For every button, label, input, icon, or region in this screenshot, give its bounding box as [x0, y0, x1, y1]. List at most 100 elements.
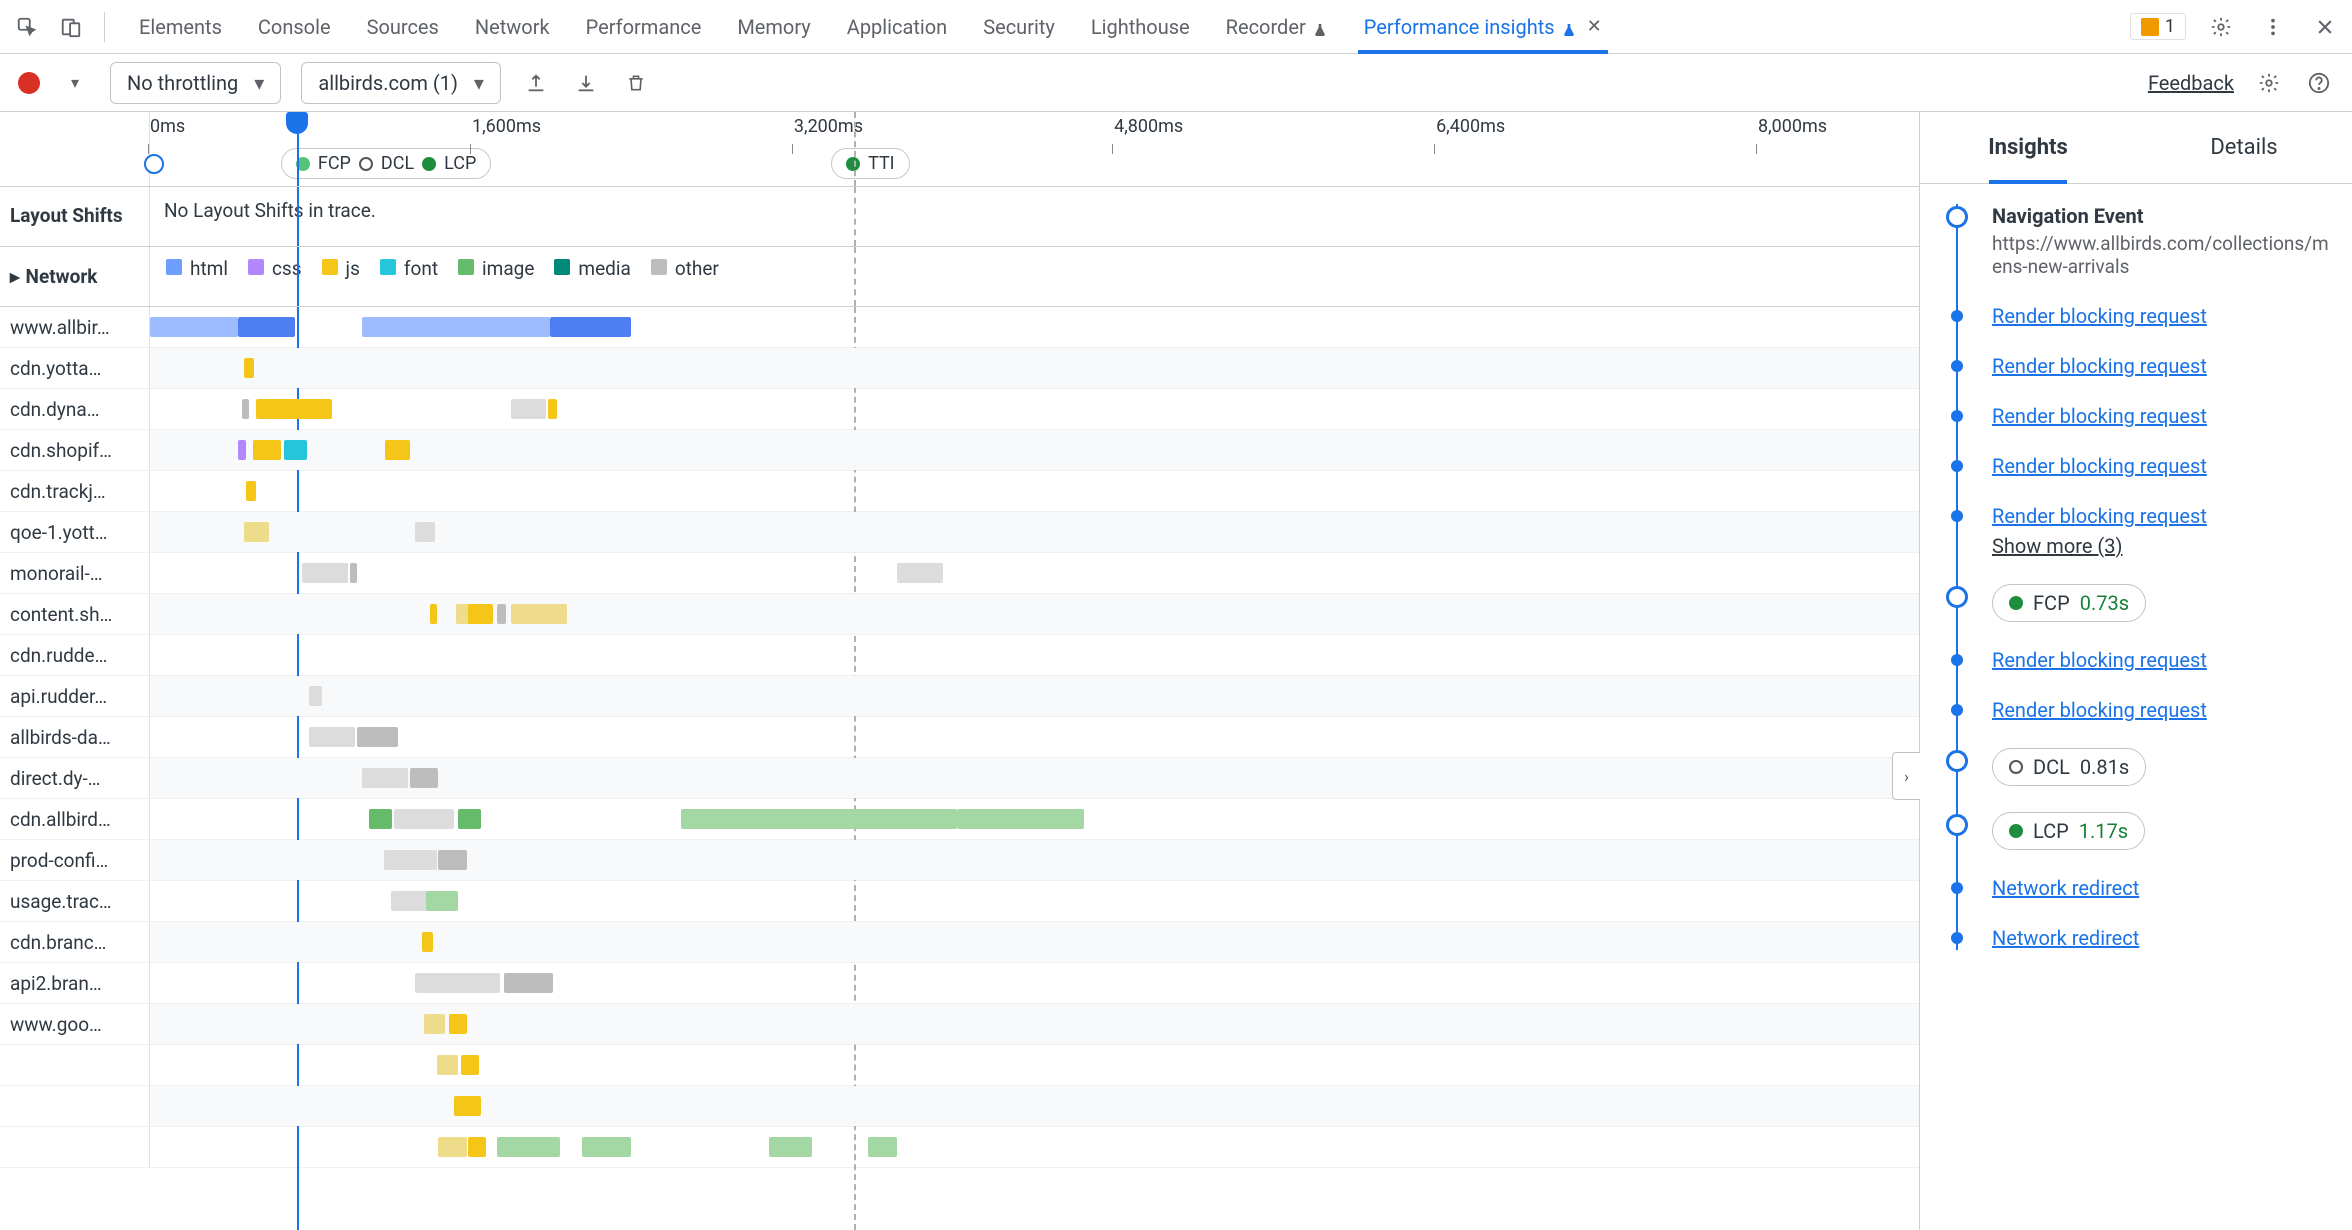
tab-recorder[interactable]: Recorder: [1226, 0, 1328, 53]
tab-console[interactable]: Console: [258, 0, 331, 53]
tab-network[interactable]: Network: [475, 0, 550, 53]
request-bar[interactable]: [438, 850, 466, 870]
request-bar[interactable]: [415, 973, 500, 993]
insight-link[interactable]: Network redirect: [1992, 926, 2139, 950]
panel-gear-icon[interactable]: [2254, 68, 2284, 98]
collapse-panel-tab[interactable]: ›: [1892, 752, 1920, 800]
issues-badge[interactable]: 1: [2130, 13, 2186, 40]
network-row[interactable]: content.sh…: [0, 594, 1919, 635]
request-bar[interactable]: [422, 932, 433, 952]
export-icon[interactable]: [521, 68, 551, 98]
close-devtools-icon[interactable]: [2308, 10, 2342, 44]
request-bar[interactable]: [582, 1137, 632, 1157]
request-bar[interactable]: [385, 440, 410, 460]
request-bar[interactable]: [468, 1137, 486, 1157]
insights-tab-details[interactable]: Details: [2136, 112, 2352, 183]
network-row[interactable]: usage.trac…: [0, 881, 1919, 922]
request-bar[interactable]: [394, 809, 454, 829]
tab-lighthouse[interactable]: Lighthouse: [1091, 0, 1190, 53]
timeline-header[interactable]: FCPDCLLCPTTI 0ms1,600ms3,200ms4,800ms6,4…: [0, 112, 1919, 187]
request-bar[interactable]: [437, 1055, 458, 1075]
network-row[interactable]: monorail-…: [0, 553, 1919, 594]
insight-link[interactable]: Render blocking request: [1992, 454, 2207, 478]
request-bar[interactable]: [309, 727, 355, 747]
request-bar[interactable]: [550, 317, 631, 337]
navigation-start-marker[interactable]: [144, 154, 164, 174]
request-bar[interactable]: [681, 809, 957, 829]
playhead-marker[interactable]: [286, 112, 308, 134]
feedback-link[interactable]: Feedback: [2148, 71, 2234, 95]
metric-chip-fcp[interactable]: FCP0.73s: [1992, 584, 2146, 622]
request-bar[interactable]: [497, 604, 506, 624]
insight-link[interactable]: Render blocking request: [1992, 698, 2207, 722]
network-row[interactable]: [0, 1086, 1919, 1127]
request-bar[interactable]: [897, 563, 943, 583]
network-row[interactable]: cdn.yotta…: [0, 348, 1919, 389]
request-bar[interactable]: [309, 686, 321, 706]
kebab-icon[interactable]: [2256, 10, 2290, 44]
request-bar[interactable]: [362, 317, 550, 337]
request-bar[interactable]: [461, 1055, 479, 1075]
request-bar[interactable]: [302, 563, 348, 583]
request-bar[interactable]: [504, 973, 554, 993]
network-row[interactable]: cdn.shopif…: [0, 430, 1919, 471]
request-bar[interactable]: [449, 1014, 467, 1034]
request-bar[interactable]: [511, 399, 546, 419]
request-bar[interactable]: [426, 891, 458, 911]
inspect-icon[interactable]: [10, 10, 44, 44]
record-menu-caret[interactable]: ▾: [60, 68, 90, 98]
request-bar[interactable]: [511, 604, 568, 624]
request-bar[interactable]: [458, 809, 481, 829]
network-row[interactable]: direct.dy-…: [0, 758, 1919, 799]
insight-link[interactable]: Network redirect: [1992, 876, 2139, 900]
tab-elements[interactable]: Elements: [139, 0, 222, 53]
show-more-link[interactable]: Show more (3): [1992, 534, 2122, 558]
request-bar[interactable]: [415, 522, 434, 542]
network-section-header[interactable]: ▸Network htmlcssjsfontimagemediaother: [0, 247, 1919, 307]
network-row[interactable]: cdn.branc…: [0, 922, 1919, 963]
request-bar[interactable]: [246, 481, 257, 501]
recording-select[interactable]: allbirds.com (1) ▾: [301, 62, 501, 104]
insights-tab-insights[interactable]: Insights: [1920, 112, 2136, 183]
help-icon[interactable]: [2304, 68, 2334, 98]
tab-security[interactable]: Security: [983, 0, 1055, 53]
network-row[interactable]: cdn.rudde…: [0, 635, 1919, 676]
request-bar[interactable]: [244, 522, 269, 542]
request-bar[interactable]: [362, 768, 408, 788]
request-bar[interactable]: [253, 440, 281, 460]
request-bar[interactable]: [242, 399, 249, 419]
request-bar[interactable]: [369, 809, 392, 829]
network-row[interactable]: www.allbir…: [0, 307, 1919, 348]
request-bar[interactable]: [497, 1137, 561, 1157]
tab-memory[interactable]: Memory: [737, 0, 810, 53]
gear-icon[interactable]: [2204, 10, 2238, 44]
request-bar[interactable]: [468, 604, 493, 624]
network-row[interactable]: allbirds-da…: [0, 717, 1919, 758]
network-row[interactable]: api.rudder…: [0, 676, 1919, 717]
request-bar[interactable]: [410, 768, 438, 788]
request-bar[interactable]: [424, 1014, 445, 1034]
insight-link[interactable]: Render blocking request: [1992, 404, 2207, 428]
metric-chip-lcp[interactable]: LCP1.17s: [1992, 812, 2145, 850]
request-bar[interactable]: [438, 1137, 466, 1157]
insight-link[interactable]: Render blocking request: [1992, 304, 2207, 328]
request-bar[interactable]: [238, 440, 245, 460]
request-bar[interactable]: [284, 440, 307, 460]
network-row[interactable]: www.goo…: [0, 1004, 1919, 1045]
network-row[interactable]: cdn.trackj…: [0, 471, 1919, 512]
marker-fcp-dcl-lcp[interactable]: FCPDCLLCP: [281, 148, 491, 179]
insight-link[interactable]: Render blocking request: [1992, 354, 2207, 378]
network-row[interactable]: api2.bran…: [0, 963, 1919, 1004]
request-bar[interactable]: [238, 317, 295, 337]
request-bar[interactable]: [769, 1137, 811, 1157]
request-bar[interactable]: [357, 727, 398, 747]
network-row[interactable]: qoe-1.yott…: [0, 512, 1919, 553]
request-bar[interactable]: [384, 850, 437, 870]
request-bar[interactable]: [256, 399, 332, 419]
tab-application[interactable]: Application: [847, 0, 947, 53]
network-row[interactable]: cdn.allbird…: [0, 799, 1919, 840]
marker-tti[interactable]: TTI: [831, 148, 910, 179]
network-row[interactable]: cdn.dyna…: [0, 389, 1919, 430]
insight-link[interactable]: Render blocking request: [1992, 504, 2207, 528]
request-bar[interactable]: [430, 604, 437, 624]
